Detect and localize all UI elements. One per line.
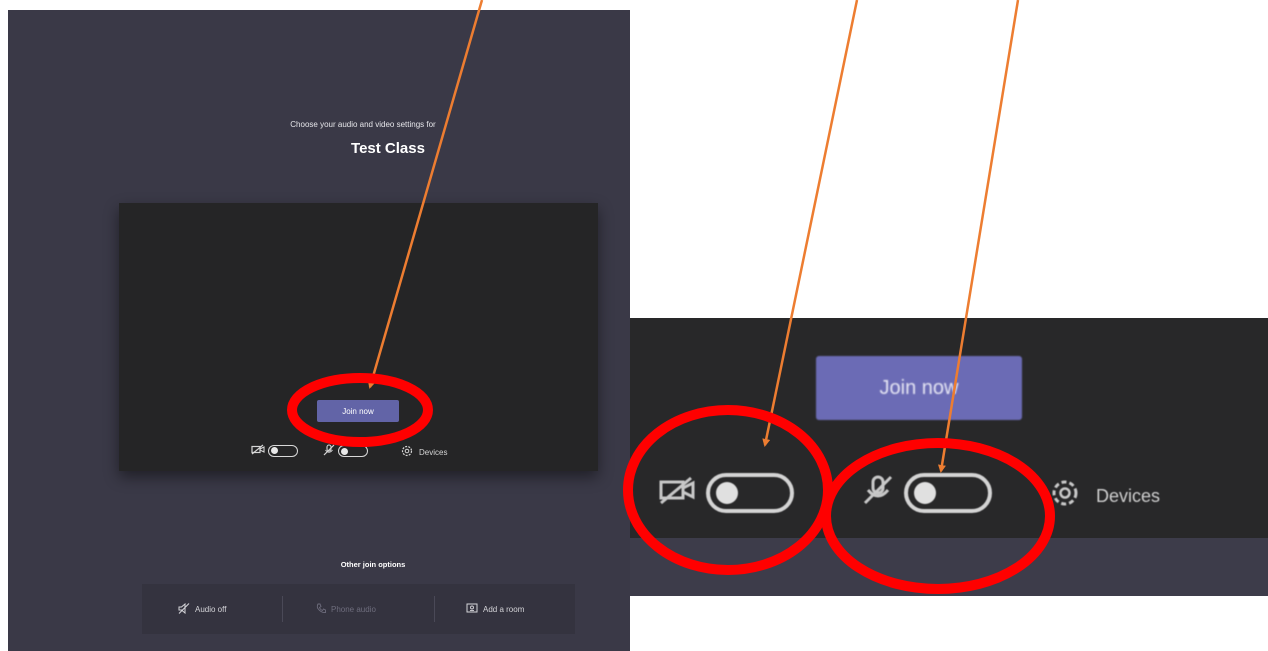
phone-audio-label: Phone audio bbox=[331, 605, 376, 614]
mic-off-icon bbox=[323, 444, 335, 458]
camera-control-zoomed bbox=[658, 473, 794, 513]
video-preview: Join now Devices bbox=[119, 203, 598, 471]
gear-icon bbox=[401, 445, 413, 459]
camera-off-icon bbox=[658, 475, 696, 512]
camera-toggle-zoomed[interactable] bbox=[706, 473, 794, 513]
speaker-off-icon bbox=[178, 602, 190, 616]
add-room-option[interactable]: Add a room bbox=[466, 603, 524, 616]
mic-toggle-zoomed[interactable] bbox=[904, 473, 992, 513]
option-divider bbox=[282, 596, 283, 622]
mic-control bbox=[323, 444, 368, 458]
devices-button-zoomed[interactable]: Devices bbox=[1050, 478, 1160, 515]
devices-label: Devices bbox=[419, 447, 448, 457]
prejoin-screen: Choose your audio and video settings for… bbox=[8, 10, 630, 651]
other-join-options: Audio off Phone audio Add a room bbox=[142, 584, 575, 634]
camera-off-icon bbox=[251, 444, 265, 457]
phone-audio-option[interactable]: Phone audio bbox=[316, 603, 376, 616]
mic-toggle-knob bbox=[341, 447, 348, 455]
phone-icon bbox=[316, 603, 326, 616]
camera-toggle-knob bbox=[716, 482, 738, 504]
devices-button[interactable]: Devices bbox=[401, 445, 447, 459]
zoomed-controls-screenshot: Join now Devices bbox=[630, 318, 1268, 596]
audio-off-label: Audio off bbox=[195, 605, 227, 614]
option-divider bbox=[434, 596, 435, 622]
settings-prompt: Choose your audio and video settings for bbox=[290, 120, 436, 129]
mic-off-icon bbox=[862, 474, 894, 513]
gear-icon bbox=[1050, 478, 1080, 515]
devices-label-zoomed: Devices bbox=[1096, 486, 1161, 506]
mic-control-zoomed bbox=[862, 473, 992, 513]
zoomed-preview-area: Join now Devices bbox=[630, 318, 1268, 538]
meeting-title: Test Class bbox=[351, 140, 425, 157]
camera-control bbox=[251, 444, 298, 457]
other-join-options-title: Other join options bbox=[340, 560, 406, 569]
mic-toggle[interactable] bbox=[338, 445, 368, 457]
join-now-button[interactable]: Join now bbox=[317, 400, 399, 422]
camera-toggle-knob bbox=[271, 447, 278, 454]
add-room-label: Add a room bbox=[483, 605, 525, 614]
join-now-button-zoomed[interactable]: Join now bbox=[816, 356, 1022, 420]
mic-toggle-knob bbox=[914, 482, 936, 504]
room-icon bbox=[466, 603, 478, 616]
camera-toggle[interactable] bbox=[268, 444, 298, 457]
audio-off-option[interactable]: Audio off bbox=[178, 602, 227, 616]
